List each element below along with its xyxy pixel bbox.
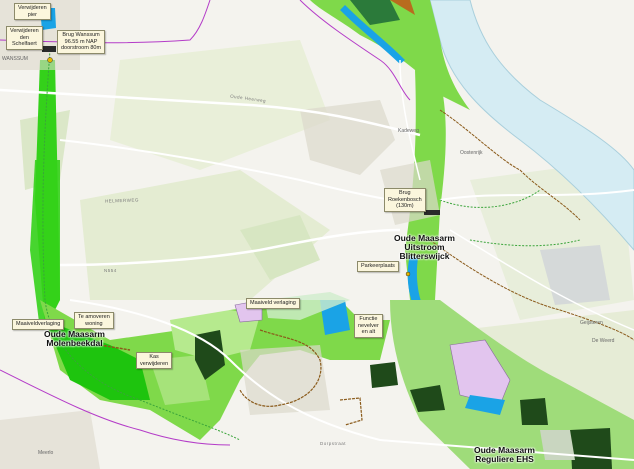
bridge-roekenbosch xyxy=(424,210,440,215)
map-view[interactable]: Oude Heerweg HELMERWEG N554 Dorpstraat W… xyxy=(0,0,634,469)
callout-brug-roekenbosch: Brug Roekenbosch (130m) xyxy=(384,188,426,212)
place-label: Meerlo xyxy=(38,450,54,456)
callout-te-amoveren-woning: Te amoveren woning xyxy=(74,312,114,329)
callout-verwijderen-pier: Verwijderen pier xyxy=(14,3,51,20)
area-label-ehs: Oude Maasarm Reguliere EHS xyxy=(474,445,535,464)
callout-kas-verwijderen: Kas verwijderen xyxy=(136,352,173,369)
place-label: Geijsteren xyxy=(580,320,603,326)
place-label: Kadeweg xyxy=(398,128,419,134)
callout-verwijderen-schelfaert: Verwijderen den Schelfaert xyxy=(6,26,43,50)
street-label: Dorpstraat xyxy=(320,441,347,446)
forest-dark xyxy=(520,398,548,425)
point-marker xyxy=(405,271,411,277)
forest-dark xyxy=(370,362,398,388)
callout-maaiveldverlaging-west: Maaiveldverlaging xyxy=(12,319,65,330)
callout-brug-wanssum: Brug Wanssum 96.55 m NAP doorstroom 80m xyxy=(57,30,106,54)
callout-maaiveldverlaging-mid: Maaiveld verlaging xyxy=(246,298,300,309)
forest-dark xyxy=(570,428,612,469)
place-label: WANSSUM xyxy=(2,56,28,62)
callout-parkeerplaats: Parkeerplaats xyxy=(357,261,399,272)
bridge-wanssum xyxy=(42,46,56,52)
settlement-south xyxy=(0,410,100,469)
place-label: De Weerd xyxy=(592,338,615,344)
area-label-molenbeekdal: Oude Maasarm Molenbeekdal xyxy=(44,329,105,348)
point-marker xyxy=(47,57,53,63)
area-label-uitstroom: Oude Maasarm Uitstroom Blitterswijck xyxy=(394,233,455,261)
callout-functie: Functie nevelver en alt xyxy=(354,314,383,338)
place-label: Oostenrijk xyxy=(460,150,483,156)
street-label: N554 xyxy=(104,268,117,273)
map-canvas xyxy=(0,0,634,469)
